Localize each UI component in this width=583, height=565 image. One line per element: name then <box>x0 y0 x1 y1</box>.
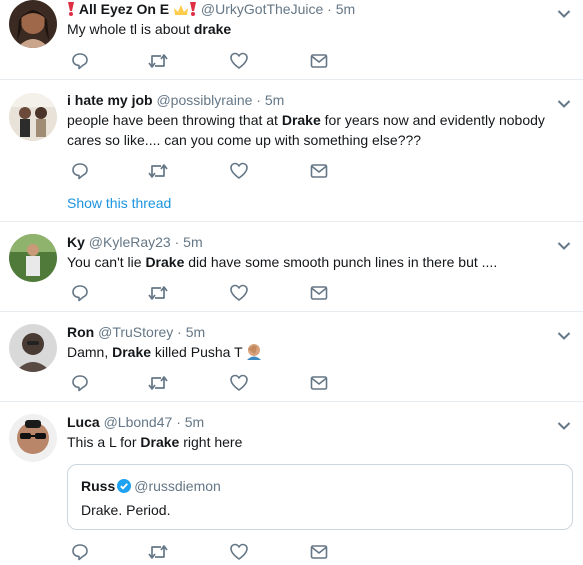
reply-icon[interactable] <box>71 52 91 70</box>
timestamp[interactable]: 5m <box>336 1 355 17</box>
verified-icon <box>117 479 132 497</box>
tweet-header: Luca @Lbond47 · 5m <box>67 413 204 431</box>
tweet[interactable]: Luca @Lbond47 · 5m This a L for Drake ri… <box>0 402 583 565</box>
tweet[interactable]: i hate my job @possiblyraine · 5m people… <box>0 80 583 222</box>
quoted-tweet[interactable]: Russ @russdiemon Drake. Period. <box>67 464 573 530</box>
quoted-handle: @russdiemon <box>134 478 221 494</box>
display-name[interactable]: Ky <box>67 234 85 250</box>
tweet-text: You can't lie Drake did have some smooth… <box>67 254 498 270</box>
tweet-header: Ky @KyleRay23 · 5m <box>67 233 203 251</box>
avatar[interactable] <box>9 324 57 372</box>
quoted-display-name: Russ <box>81 478 116 494</box>
reply-icon[interactable] <box>71 543 91 561</box>
handle[interactable]: @TruStorey <box>98 324 173 340</box>
timestamp[interactable]: 5m <box>265 92 284 108</box>
separator-dot: · <box>176 414 181 430</box>
red-exclamation-icon <box>189 2 197 20</box>
message-icon[interactable] <box>310 543 330 561</box>
message-icon[interactable] <box>310 284 330 302</box>
tweet-text: Damn, Drake killed Pusha T <box>67 342 553 365</box>
separator-dot: · <box>174 234 180 250</box>
reply-icon[interactable] <box>71 284 91 302</box>
separator-dot: · <box>256 92 261 108</box>
separator-dot: · <box>327 1 332 17</box>
red-exclamation-icon <box>67 2 75 20</box>
crown-icon <box>173 2 189 20</box>
avatar[interactable] <box>9 234 57 282</box>
separator-dot: · <box>177 324 182 340</box>
retweet-icon[interactable] <box>148 284 168 302</box>
like-icon[interactable] <box>230 284 250 302</box>
retweet-icon[interactable] <box>148 374 168 392</box>
avatar[interactable] <box>9 0 57 48</box>
like-icon[interactable] <box>230 162 250 180</box>
tweet-header: Ron @TruStorey · 5m <box>67 323 205 341</box>
like-icon[interactable] <box>230 374 250 392</box>
tweet-text: My whole tl is about drake <box>67 21 232 37</box>
display-name[interactable]: Luca <box>67 414 100 430</box>
like-icon[interactable] <box>230 543 250 561</box>
handle[interactable]: @possiblyraine <box>156 92 252 108</box>
handle[interactable]: @UrkyGotTheJuice <box>201 1 323 17</box>
retweet-icon[interactable] <box>148 162 168 180</box>
display-name[interactable]: All Eyez On E <box>79 1 169 17</box>
message-icon[interactable] <box>310 52 330 70</box>
facepalm-emoji-icon <box>245 342 263 365</box>
tweet-header: i hate my job @possiblyraine · 5m <box>67 91 284 109</box>
chevron-down-icon[interactable] <box>557 328 571 340</box>
tweet-text: people have been throwing that at Drake … <box>67 112 545 148</box>
handle[interactable]: @KyleRay23 <box>89 234 171 250</box>
reply-icon[interactable] <box>71 162 91 180</box>
chevron-down-icon[interactable] <box>557 418 571 430</box>
message-icon[interactable] <box>310 162 330 180</box>
chevron-down-icon[interactable] <box>557 96 571 108</box>
chevron-down-icon[interactable] <box>557 6 571 18</box>
timestamp[interactable]: 5m <box>183 234 202 250</box>
retweet-icon[interactable] <box>148 52 168 70</box>
quoted-tweet-text: Drake. Period. <box>81 502 171 518</box>
chevron-down-icon[interactable] <box>557 238 571 250</box>
show-thread-link[interactable]: Show this thread <box>67 194 171 212</box>
tweet[interactable]: Ron @TruStorey · 5m Damn, Drake killed P… <box>0 312 583 402</box>
handle[interactable]: @Lbond47 <box>104 414 173 430</box>
like-icon[interactable] <box>230 52 250 70</box>
timestamp[interactable]: 5m <box>185 414 204 430</box>
quoted-tweet-header: Russ @russdiemon <box>81 477 221 497</box>
display-name[interactable]: Ron <box>67 324 94 340</box>
tweet-text: This a L for Drake right here <box>67 434 243 450</box>
avatar[interactable] <box>9 414 57 462</box>
tweet[interactable]: All Eyez On E @UrkyGotTheJuice · 5m My w… <box>0 0 583 80</box>
message-icon[interactable] <box>310 374 330 392</box>
retweet-icon[interactable] <box>148 543 168 561</box>
tweet[interactable]: Ky @KyleRay23 · 5m You can't lie Drake d… <box>0 222 583 312</box>
avatar[interactable] <box>9 93 57 141</box>
timestamp[interactable]: 5m <box>186 324 205 340</box>
reply-icon[interactable] <box>71 374 91 392</box>
tweet-header: All Eyez On E @UrkyGotTheJuice · 5m <box>67 0 355 18</box>
display-name[interactable]: i hate my job <box>67 92 153 108</box>
